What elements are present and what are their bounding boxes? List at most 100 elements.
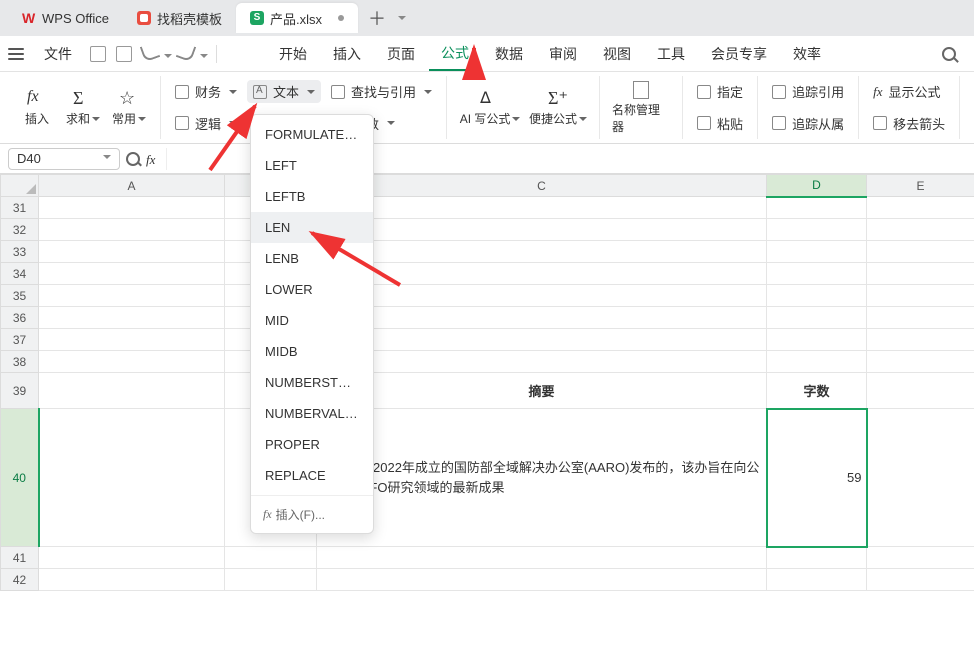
cell[interactable]: [225, 547, 317, 569]
dropdown-item-len[interactable]: LEN: [251, 212, 373, 243]
file-menu[interactable]: 文件: [32, 38, 84, 70]
dropdown-item-lower[interactable]: LOWER: [251, 274, 373, 305]
cell[interactable]: [867, 569, 974, 591]
template-tab[interactable]: 找稻壳模板: [123, 3, 236, 33]
dropdown-item-lenb[interactable]: LENB: [251, 243, 373, 274]
row-header[interactable]: 31: [1, 197, 39, 219]
row-header[interactable]: 32: [1, 219, 39, 241]
menu-member[interactable]: 会员专享: [699, 38, 779, 70]
name-box[interactable]: D40: [8, 148, 120, 170]
show-formulas-button[interactable]: fx显示公式: [867, 80, 951, 103]
cell[interactable]: [39, 329, 225, 351]
cell[interactable]: [767, 329, 867, 351]
cell[interactable]: [39, 241, 225, 263]
paste-name-button[interactable]: 粘贴: [691, 112, 749, 135]
cell[interactable]: [39, 409, 225, 547]
cell[interactable]: [767, 351, 867, 373]
cell[interactable]: [767, 197, 867, 219]
cell[interactable]: [39, 219, 225, 241]
cell[interactable]: [317, 307, 767, 329]
cell[interactable]: [867, 547, 974, 569]
dropdown-item-replace[interactable]: REPLACE: [251, 460, 373, 491]
cell[interactable]: [39, 569, 225, 591]
row-header[interactable]: 40: [1, 409, 39, 547]
dropdown-item-numbervalue[interactable]: NUMBERVALUE: [251, 398, 373, 429]
row-header[interactable]: 39: [1, 373, 39, 409]
dropdown-item-proper[interactable]: PROPER: [251, 429, 373, 460]
cell[interactable]: [867, 329, 974, 351]
cell[interactable]: [39, 373, 225, 409]
row-header[interactable]: 33: [1, 241, 39, 263]
row-header[interactable]: 38: [1, 351, 39, 373]
cell[interactable]: [867, 285, 974, 307]
app-menu-button[interactable]: [8, 48, 24, 60]
fast-formula-button[interactable]: Σ⁺ 便捷公式: [525, 86, 591, 129]
cell[interactable]: [39, 547, 225, 569]
undo-icon[interactable]: [140, 42, 161, 63]
finance-fn-button[interactable]: 财务: [169, 80, 243, 103]
cell[interactable]: [39, 307, 225, 329]
menu-view[interactable]: 视图: [591, 38, 643, 70]
text-fn-button[interactable]: 文本: [247, 80, 321, 103]
cell[interactable]: [39, 263, 225, 285]
dropdown-item-formulatext[interactable]: FORMULATEXT: [251, 119, 373, 150]
cell[interactable]: [867, 307, 974, 329]
insert-function-button[interactable]: fx 插入: [14, 86, 60, 129]
menu-tools[interactable]: 工具: [645, 38, 697, 70]
cell[interactable]: [867, 409, 974, 547]
cell[interactable]: [317, 219, 767, 241]
new-tab-button[interactable]: ＋: [358, 5, 396, 31]
remove-arrows-button[interactable]: 移去箭头: [867, 112, 951, 135]
menu-start[interactable]: 开始: [267, 38, 319, 70]
common-fn-button[interactable]: 常用: [106, 86, 152, 129]
cell[interactable]: [317, 547, 767, 569]
cell[interactable]: [767, 307, 867, 329]
col-header-E[interactable]: E: [867, 175, 974, 197]
cell[interactable]: [767, 285, 867, 307]
tab-more-caret[interactable]: [398, 16, 406, 24]
define-name-button[interactable]: 指定: [691, 80, 749, 103]
row-header[interactable]: 36: [1, 307, 39, 329]
dropdown-insert-footer[interactable]: fx 插入(F)...: [251, 500, 373, 529]
cell[interactable]: [39, 285, 225, 307]
document-tab[interactable]: S 产品.xlsx: [236, 3, 358, 33]
menu-data[interactable]: 数据: [483, 38, 535, 70]
cell[interactable]: [317, 351, 767, 373]
row-header[interactable]: 35: [1, 285, 39, 307]
row-header[interactable]: 34: [1, 263, 39, 285]
cell[interactable]: [317, 263, 767, 285]
cell-summary-body[interactable]: 报告是由2022年成立的国防部全域解决办公室(AARO)发布的，该办旨在向公众通…: [317, 409, 767, 547]
save-icon[interactable]: [90, 46, 106, 62]
cell-active-D40[interactable]: 59: [767, 409, 867, 547]
cell[interactable]: [317, 569, 767, 591]
col-header-C[interactable]: C: [317, 175, 767, 197]
cell[interactable]: [317, 285, 767, 307]
trace-dependents-button[interactable]: 追踪从属: [766, 112, 850, 135]
cell[interactable]: [767, 569, 867, 591]
cell[interactable]: [317, 197, 767, 219]
cell[interactable]: [39, 351, 225, 373]
name-manager-button[interactable]: 名称管理器: [608, 79, 674, 137]
find-icon[interactable]: [126, 152, 140, 166]
cell[interactable]: [867, 263, 974, 285]
dropdown-item-leftb[interactable]: LEFTB: [251, 181, 373, 212]
trace-precedents-button[interactable]: 追踪引用: [766, 80, 850, 103]
dropdown-item-midb[interactable]: MIDB: [251, 336, 373, 367]
dropdown-item-numberstring[interactable]: NUMBERSTRI...: [251, 367, 373, 398]
cell[interactable]: [767, 241, 867, 263]
menu-review[interactable]: 审阅: [537, 38, 589, 70]
cell[interactable]: [867, 351, 974, 373]
cell-count-header[interactable]: 字数: [767, 373, 867, 409]
row-header[interactable]: 37: [1, 329, 39, 351]
cell-summary-header[interactable]: 摘要: [317, 373, 767, 409]
print-icon[interactable]: [116, 46, 132, 62]
redo-icon[interactable]: [176, 42, 197, 63]
select-all-corner[interactable]: [1, 175, 39, 197]
undo-caret[interactable]: [164, 54, 172, 62]
menu-page[interactable]: 页面: [375, 38, 427, 70]
cell[interactable]: [317, 241, 767, 263]
menu-efficiency[interactable]: 效率: [781, 38, 833, 70]
cell[interactable]: [317, 329, 767, 351]
lookup-fn-button[interactable]: 查找与引用: [325, 80, 438, 103]
cell[interactable]: [867, 197, 974, 219]
